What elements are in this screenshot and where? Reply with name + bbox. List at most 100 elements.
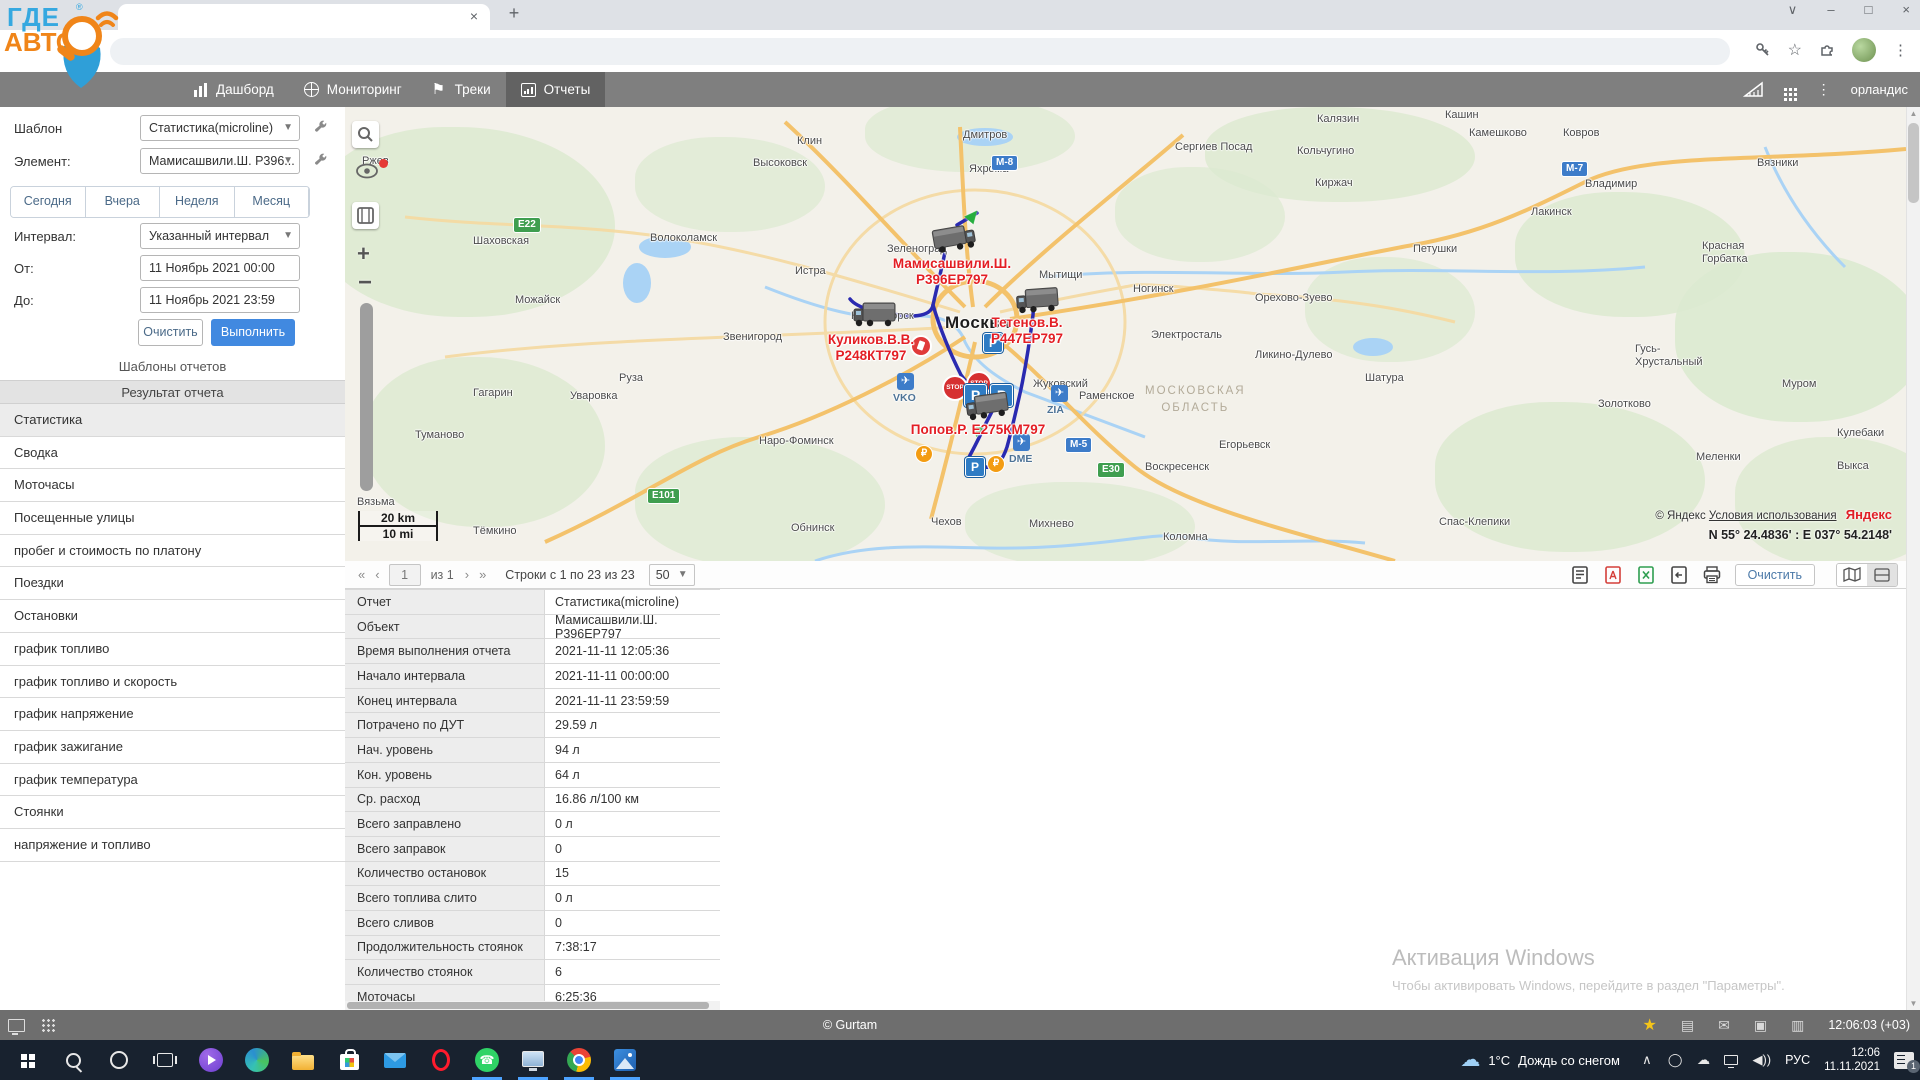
period-button[interactable]: Месяц xyxy=(235,187,310,217)
browser-menu-icon[interactable]: ⋮ xyxy=(1893,41,1908,59)
report-section-item[interactable]: график напряжение xyxy=(0,698,345,731)
taskbar-search-icon[interactable] xyxy=(50,1040,96,1080)
yandex-logo[interactable]: Яндекс xyxy=(1846,507,1892,522)
report-section-item[interactable]: Моточасы xyxy=(0,469,345,502)
ms-store-icon[interactable] xyxy=(326,1040,372,1080)
tray-expand-icon[interactable]: ∧ xyxy=(1640,1052,1654,1068)
scroll-down-icon[interactable]: ▼ xyxy=(1907,999,1920,1008)
key-icon[interactable] xyxy=(1755,42,1771,58)
task-view-icon[interactable] xyxy=(142,1040,188,1080)
print-icon[interactable] xyxy=(1702,565,1722,585)
report-section-item[interactable]: Статистика xyxy=(0,404,345,437)
report-section-item[interactable]: Стоянки xyxy=(0,796,345,829)
account-name[interactable]: орландис xyxy=(1851,82,1908,97)
yandex-map[interactable]: Ржев Шаховская Волоколамск Высоковск Кли… xyxy=(345,107,1906,561)
address-bar[interactable] xyxy=(110,38,1730,65)
export-excel-icon[interactable] xyxy=(1636,565,1656,585)
last-page-button[interactable]: » xyxy=(474,567,491,582)
photos-icon[interactable] xyxy=(602,1040,648,1080)
clear-report-button[interactable]: Очистить xyxy=(1735,564,1815,586)
parking-marker[interactable]: P xyxy=(965,457,985,477)
toll-marker[interactable]: ₽ xyxy=(915,445,933,463)
vehicle-label[interactable]: Попов.Р. Е275КМ797 xyxy=(911,422,1045,438)
report-section-item[interactable]: Посещенные улицы xyxy=(0,502,345,535)
chrome-icon[interactable] xyxy=(556,1040,602,1080)
split-view-button[interactable] xyxy=(1867,564,1897,586)
ruler-tool-icon[interactable] xyxy=(1743,81,1764,98)
maximize-button[interactable]: □ xyxy=(1865,2,1873,18)
image-icon[interactable]: ▣ xyxy=(1754,1017,1767,1034)
remote-app-icon[interactable] xyxy=(510,1040,556,1080)
visibility-eye-icon[interactable] xyxy=(355,163,379,179)
apps-grid-icon[interactable] xyxy=(1784,88,1787,91)
onedrive-icon[interactable]: ☁ xyxy=(1696,1052,1710,1068)
report-section-item[interactable]: график зажигание xyxy=(0,731,345,764)
report-section-item[interactable]: пробег и стоимость по платону xyxy=(0,535,345,568)
nav-item-tracks[interactable]: Треки xyxy=(417,72,506,107)
report-section-item[interactable]: Сводка xyxy=(0,437,345,470)
network-icon[interactable] xyxy=(1724,1055,1738,1065)
vehicle-truck-marker[interactable] xyxy=(850,299,896,334)
zoom-out-button[interactable]: − xyxy=(358,269,372,297)
table-horizontal-scrollbar[interactable] xyxy=(345,1001,720,1010)
start-button[interactable] xyxy=(4,1040,50,1080)
mail-app-icon[interactable] xyxy=(372,1040,418,1080)
notification-center-icon[interactable]: 1 xyxy=(1894,1052,1914,1069)
next-page-button[interactable]: › xyxy=(460,567,474,582)
map-view-button[interactable] xyxy=(1837,564,1867,586)
tab-close-icon[interactable]: × xyxy=(470,8,478,24)
from-date-input[interactable]: 11 Ноябрь 2021 00:00 xyxy=(140,255,300,281)
clear-form-button[interactable]: Очистить xyxy=(138,319,203,346)
period-button[interactable]: Сегодня xyxy=(11,187,86,217)
report-panel-icon[interactable]: ▤ xyxy=(1681,1017,1694,1034)
extensions-icon[interactable] xyxy=(1819,42,1835,58)
zoom-slider[interactable] xyxy=(360,303,373,491)
period-button[interactable]: Вчера xyxy=(86,187,161,217)
taskbar-clock[interactable]: 12:06 11.11.2021 xyxy=(1824,1046,1880,1074)
export-pdf-icon[interactable] xyxy=(1603,565,1623,585)
mail-icon[interactable]: ✉ xyxy=(1718,1017,1730,1034)
map-layers-button[interactable] xyxy=(352,202,379,229)
element-settings-wrench-icon[interactable] xyxy=(313,152,328,167)
file-explorer-icon[interactable] xyxy=(280,1040,326,1080)
element-select[interactable]: Мамисашвили.Ш. Р396...▼ xyxy=(140,148,300,174)
vehicle-label[interactable]: Куликов.В.В.Р248КТ797 xyxy=(828,332,914,364)
execute-report-button[interactable]: Выполнить xyxy=(211,319,295,346)
scroll-up-icon[interactable]: ▲ xyxy=(1907,109,1920,118)
favorites-star-icon[interactable]: ★ xyxy=(1643,1015,1657,1035)
notes-icon[interactable]: ▥ xyxy=(1791,1017,1804,1034)
close-button[interactable]: × xyxy=(1902,2,1910,18)
minimize-button[interactable]: – xyxy=(1827,2,1834,18)
browser-tab[interactable]: × xyxy=(118,4,490,30)
bookmark-star-icon[interactable]: ☆ xyxy=(1788,40,1802,60)
vehicle-label[interactable]: Мамисашвили.Ш.Р396ЕР797 xyxy=(893,256,1011,288)
report-section-item[interactable]: график топливо xyxy=(0,633,345,666)
keyboard-language[interactable]: РУС xyxy=(1785,1053,1810,1067)
alice-icon[interactable] xyxy=(188,1040,234,1080)
report-section-item[interactable]: напряжение и топливо xyxy=(0,829,345,862)
report-section-item[interactable]: график топливо и скорость xyxy=(0,666,345,699)
tab-search-icon[interactable]: ∨ xyxy=(1788,2,1798,18)
nav-item-dashboard[interactable]: Дашборд xyxy=(178,72,289,107)
people-icon[interactable]: ◯ xyxy=(1668,1052,1683,1068)
nav-item-monitoring[interactable]: Мониторинг xyxy=(289,72,417,107)
opera-icon[interactable] xyxy=(418,1040,464,1080)
template-select[interactable]: Статистика(microline)▼ xyxy=(140,115,300,141)
map-search-button[interactable] xyxy=(352,121,379,148)
report-section-item[interactable]: Остановки xyxy=(0,600,345,633)
edge-icon[interactable] xyxy=(234,1040,280,1080)
toll-marker[interactable]: ₽ xyxy=(987,455,1005,473)
cortana-icon[interactable] xyxy=(96,1040,142,1080)
interval-select[interactable]: Указанный интервал▼ xyxy=(140,223,300,249)
report-section-item[interactable]: график температура xyxy=(0,764,345,797)
report-section-item[interactable]: Поездки xyxy=(0,567,345,600)
weather-widget[interactable]: ☁ 1°C Дождь со снегом xyxy=(1460,1050,1620,1070)
nav-menu-icon[interactable]: ⋮ xyxy=(1817,81,1831,98)
template-settings-wrench-icon[interactable] xyxy=(313,119,328,134)
export-file-icon[interactable] xyxy=(1669,565,1689,585)
report-template-icon[interactable] xyxy=(1570,565,1590,585)
zoom-in-button[interactable]: + xyxy=(357,241,370,267)
page-size-select[interactable]: 50▼ xyxy=(649,564,695,586)
nav-item-reports[interactable]: Отчеты xyxy=(506,72,606,107)
content-vertical-scrollbar[interactable]: ▲ ▼ xyxy=(1906,107,1920,1010)
